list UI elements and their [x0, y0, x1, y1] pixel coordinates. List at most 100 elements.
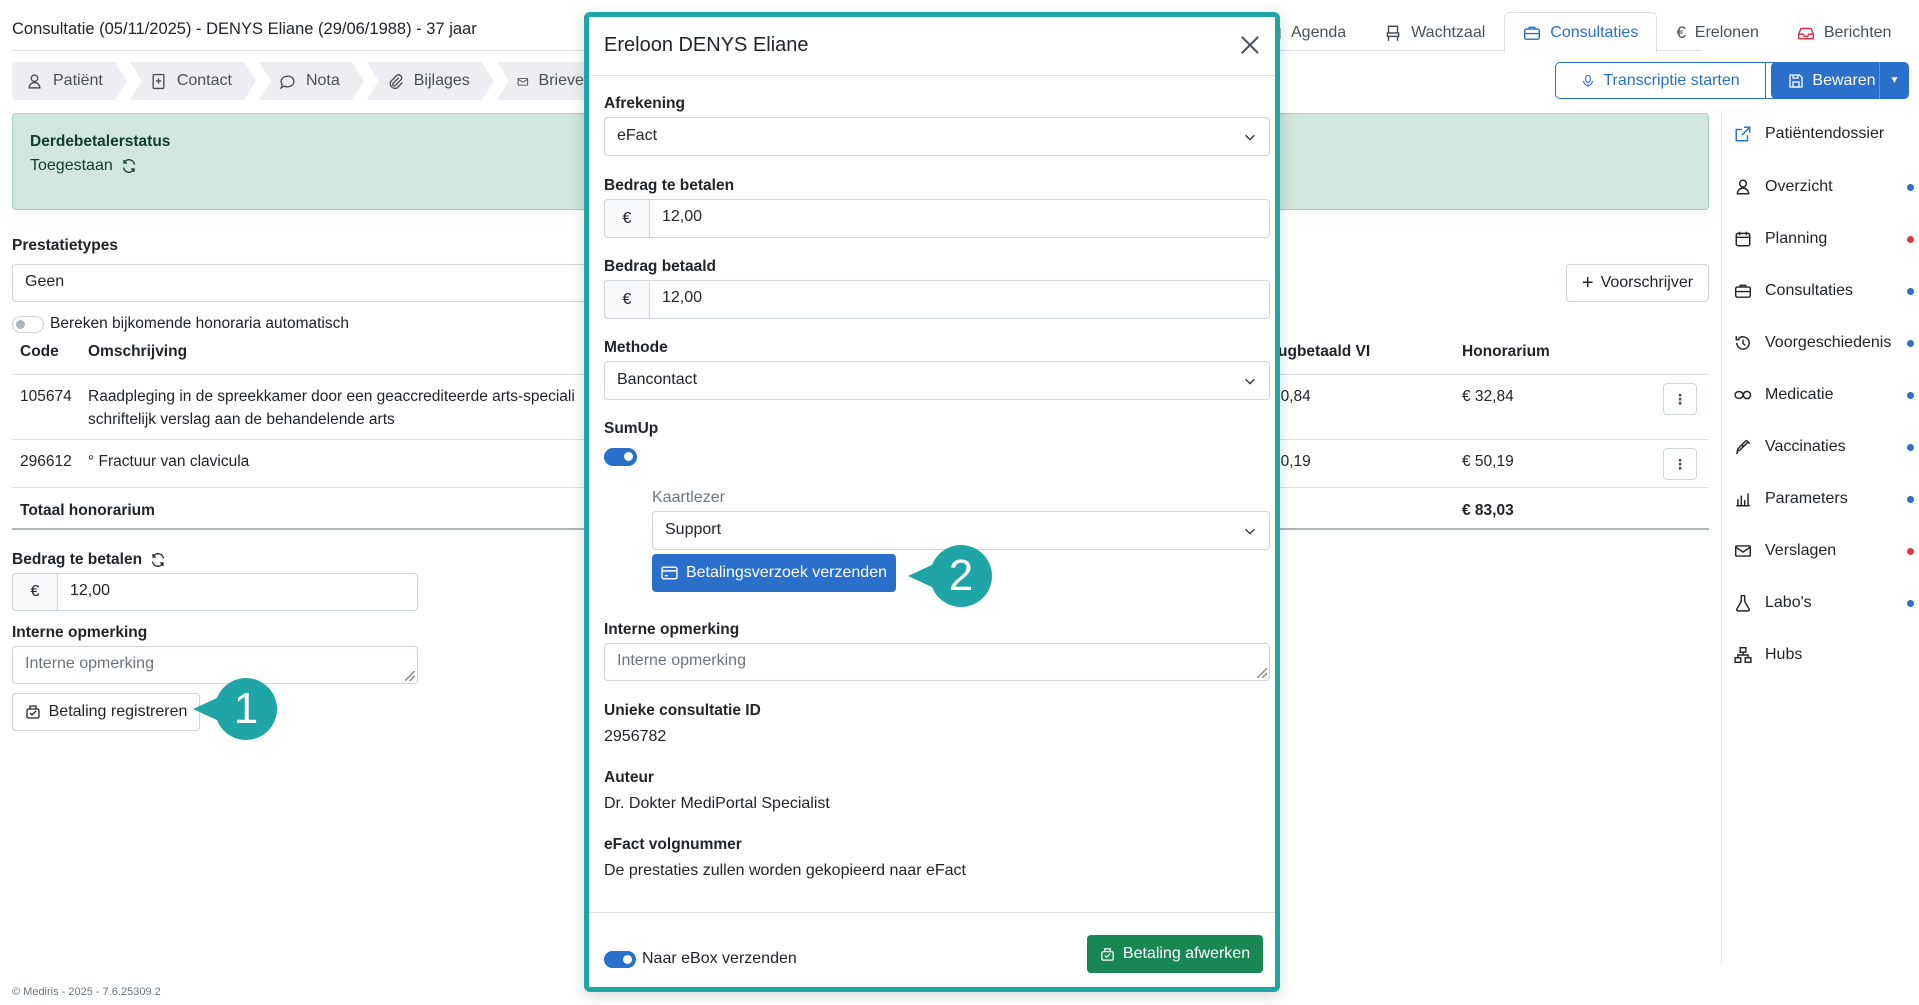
tab-contact[interactable]: Contact — [130, 62, 256, 100]
nav-berichten[interactable]: Berichten — [1778, 12, 1911, 52]
column-header-honorarium: Honorarium — [1462, 343, 1550, 360]
floppy-icon — [1789, 73, 1804, 88]
sidebar-item-vaccinaties[interactable]: Vaccinaties — [1734, 438, 1914, 456]
sidebar-item-verslagen[interactable]: Verslagen — [1734, 542, 1914, 560]
afrekening-select[interactable]: eFact — [604, 117, 1270, 156]
cash-register-icon — [25, 705, 40, 719]
add-voorschrijver-button[interactable]: + Voorschrijver — [1566, 264, 1709, 302]
currency-addon: € — [12, 573, 58, 611]
nav-consultaties[interactable]: Consultaties — [1504, 12, 1658, 53]
tab-nota[interactable]: Nota — [259, 62, 364, 100]
tab-bijlages-label: Bijlages — [413, 72, 470, 89]
internal-remark-label: Interne opmerking — [604, 621, 740, 638]
amount-paid-input-group: € 12,00 — [604, 280, 1270, 319]
currency-addon: € — [604, 199, 650, 238]
fee-payment-modal: Ereloon DENYS Eliane Afrekening eFact Be… — [584, 12, 1280, 992]
ebox-switch[interactable] — [604, 950, 636, 968]
row-actions-button[interactable]: ⋮ — [1663, 448, 1697, 480]
person-icon — [1736, 179, 1750, 195]
sumup-switch[interactable] — [604, 448, 637, 466]
save-dropdown-toggle[interactable]: ▼ — [1879, 62, 1909, 99]
finish-payment-button[interactable]: Betaling afwerken — [1087, 935, 1263, 973]
credit-card-icon — [661, 566, 678, 580]
microphone-icon — [1583, 74, 1594, 87]
close-icon[interactable] — [1237, 32, 1263, 58]
sidebar-item-consultaties[interactable]: Consultaties — [1734, 282, 1914, 300]
sidebar-item-label: Patiëntendossier — [1765, 125, 1885, 142]
person-icon — [26, 73, 43, 90]
refresh-icon[interactable] — [150, 552, 166, 568]
consult-tabs: Patiënt Contact Nota Bijlages Brieven — [12, 62, 620, 100]
consult-id-value: 2956782 — [604, 728, 667, 745]
total-label: Totaal honorarium — [20, 502, 155, 519]
tab-contact-label: Contact — [176, 72, 232, 89]
transcript-start-button[interactable]: Transcriptie starten — [1555, 62, 1766, 99]
nav-wachtzaal-label: Wachtzaal — [1411, 23, 1486, 41]
cell-code: 105674 — [20, 388, 72, 405]
column-header-code: Code — [20, 343, 59, 360]
page-title: Consultatie (05/11/2025) - DENYS Eliane … — [12, 20, 477, 38]
column-header-omschrijving: Omschrijving — [88, 343, 188, 360]
tab-nota-label: Nota — [305, 72, 340, 89]
modal-footer-divider — [589, 912, 1275, 913]
nav-consultaties-label: Consultaties — [1550, 24, 1639, 41]
status-dot — [1907, 288, 1914, 295]
methode-label: Methode — [604, 339, 668, 356]
author-value: Dr. Dokter MediPortal Specialist — [604, 795, 830, 812]
letter-icon — [517, 73, 529, 90]
footer-version: © Mediris - 2025 - 7.6.25309.2 — [12, 986, 161, 998]
save-label: Bewaren — [1812, 71, 1876, 89]
consult-id-label: Unieke consultatie ID — [604, 702, 761, 719]
sidebar-item-labos[interactable]: Labo's — [1734, 594, 1914, 612]
euro-icon: € — [1676, 22, 1686, 42]
chair-icon — [1386, 25, 1400, 41]
amount-due-input[interactable]: 12,00 — [650, 199, 1270, 238]
sidebar-item-label: Voorgeschiedenis — [1765, 334, 1892, 351]
sidebar-item-label: Overzicht — [1765, 178, 1833, 195]
resize-handle[interactable] — [405, 671, 415, 681]
status-dot — [1907, 600, 1914, 607]
author-label: Auteur — [604, 769, 654, 786]
amount-paid-input[interactable]: 12,00 — [650, 280, 1270, 319]
history-icon — [1735, 336, 1750, 350]
send-payment-request-button[interactable]: Betalingsverzoek verzenden — [652, 554, 896, 592]
auto-fees-switch[interactable] — [12, 315, 44, 333]
status-title: Derdebetalerstatus — [30, 133, 171, 150]
chevron-down-icon — [1245, 528, 1255, 535]
finish-payment-label: Betaling afwerken — [1122, 945, 1251, 962]
amount-due-input[interactable]: 12,00 — [58, 573, 418, 611]
sidebar-item-hubs[interactable]: Hubs — [1734, 646, 1914, 664]
inbox-icon — [1797, 27, 1814, 39]
register-payment-button[interactable]: Betaling registreren — [12, 693, 200, 731]
internal-remark-label: Interne opmerking — [12, 624, 148, 641]
status-dot — [1907, 496, 1914, 503]
sidebar-item-parameters[interactable]: Parameters — [1734, 490, 1914, 508]
sidebar-item-patientendossier[interactable]: Patiëntendossier — [1734, 125, 1914, 143]
nav-erelonen[interactable]: € Erelonen — [1657, 12, 1778, 52]
refresh-icon[interactable] — [121, 158, 137, 174]
status-dot — [1907, 548, 1914, 555]
cell-honorarium: € 32,84 — [1462, 388, 1514, 405]
amount-due-input-group: € 12,00 — [604, 199, 1270, 238]
tab-patient[interactable]: Patiënt — [12, 62, 127, 100]
sidebar-item-medicatie[interactable]: Medicatie — [1734, 386, 1914, 404]
methode-select[interactable]: Bancontact — [604, 361, 1270, 400]
cell-description-line2: schriftelijk verslag aan de behandelende… — [88, 411, 395, 428]
resize-handle[interactable] — [1257, 668, 1267, 678]
row-actions-button[interactable]: ⋮ — [1663, 383, 1697, 415]
sidebar-item-voorgeschiedenis[interactable]: Voorgeschiedenis — [1734, 334, 1914, 352]
internal-remark-input[interactable]: Interne opmerking — [604, 643, 1270, 681]
callout-badge-1: 1 — [193, 678, 277, 740]
sidebar-item-planning[interactable]: Planning — [1734, 230, 1914, 248]
status-dot — [1907, 392, 1914, 399]
sidebar-item-overzicht[interactable]: Overzicht — [1734, 178, 1914, 196]
prestatietypes-select[interactable]: Geen — [12, 264, 592, 302]
tab-bijlages[interactable]: Bijlages — [367, 62, 494, 100]
top-navigation: Agenda Wachtzaal Consultaties € Erelonen… — [1245, 12, 1911, 53]
save-button[interactable]: Bewaren — [1771, 62, 1893, 99]
internal-remark-input[interactable]: Interne opmerking — [12, 646, 418, 684]
prestatietypes-label: Prestatietypes — [12, 237, 118, 254]
nav-wachtzaal[interactable]: Wachtzaal — [1365, 12, 1504, 52]
kebab-icon: ⋮ — [1673, 390, 1687, 407]
calendar-icon — [1735, 231, 1751, 247]
